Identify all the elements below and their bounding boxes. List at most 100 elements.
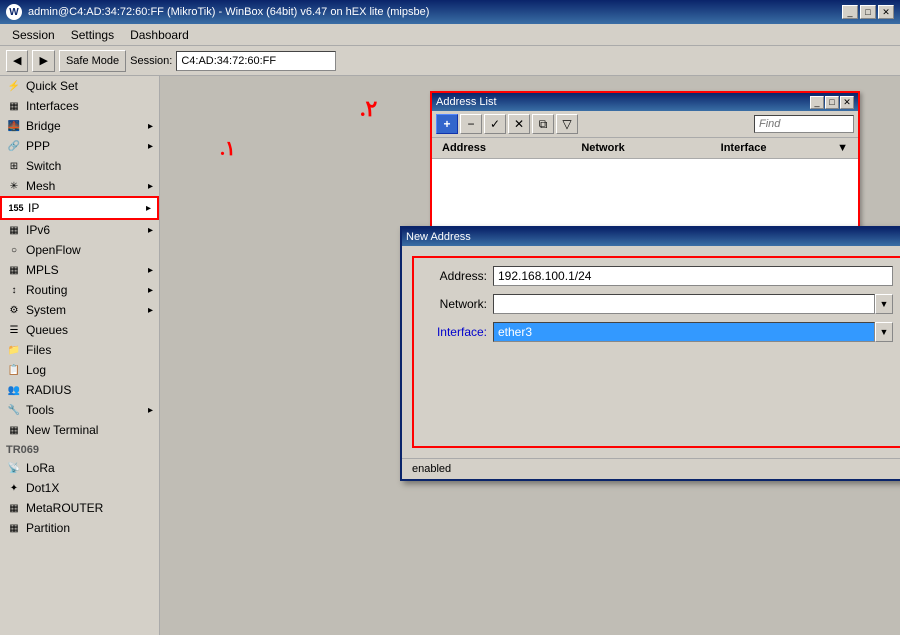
close-button[interactable]: ✕ — [878, 5, 894, 19]
metarouter-icon: ▦ — [6, 501, 22, 515]
cross-icon: ✕ — [514, 117, 524, 131]
sidebar-item-metarouter[interactable]: ▦ MetaROUTER — [0, 498, 159, 518]
dialog-body: Address: Network: ▼ Interface: — [402, 246, 900, 458]
system-arrow: ▸ — [148, 305, 153, 316]
annotation-one: .١ — [220, 136, 236, 161]
sidebar-label-quick-set: Quick Set — [26, 79, 78, 93]
network-dropdown-btn[interactable]: ▼ — [875, 294, 893, 314]
new-address-title: New Address — [406, 231, 900, 243]
sidebar-item-dot1x[interactable]: ✦ Dot1X — [0, 478, 159, 498]
sidebar-item-radius[interactable]: 👥 RADIUS — [0, 380, 159, 400]
address-list-maximize[interactable]: □ — [825, 96, 839, 109]
col-header-address: Address — [436, 140, 575, 156]
sidebar-item-files[interactable]: 📁 Files — [0, 340, 159, 360]
filter-icon: ▽ — [562, 117, 571, 131]
menu-settings[interactable]: Settings — [63, 26, 122, 44]
tools-arrow: ▸ — [148, 405, 153, 416]
check-icon: ✓ — [490, 117, 500, 131]
sidebar-item-routing[interactable]: ↕ Routing ▸ — [0, 280, 159, 300]
lora-icon: 📡 — [6, 461, 22, 475]
tr069-section-label: TR069 — [0, 440, 159, 458]
cross-address-button[interactable]: ✕ — [508, 114, 530, 134]
maximize-button[interactable]: □ — [860, 5, 876, 19]
dialog-fields: Address: Network: ▼ Interface: — [412, 256, 900, 448]
sidebar-label-ip: IP — [28, 201, 39, 215]
dot1x-icon: ✦ — [6, 481, 22, 495]
queues-icon: ☰ — [6, 323, 22, 337]
mesh-arrow: ▸ — [148, 181, 153, 192]
sidebar-item-switch[interactable]: ⊞ Switch — [0, 156, 159, 176]
title-bar: W admin@C4:AD:34:72:60:FF (MikroTik) - W… — [0, 0, 900, 24]
sidebar-item-partition[interactable]: ▦ Partition — [0, 518, 159, 538]
radius-icon: 👥 — [6, 383, 22, 397]
remove-address-button[interactable]: − — [460, 114, 482, 134]
sidebar-item-bridge[interactable]: 🌉 Bridge ▸ — [0, 116, 159, 136]
interfaces-icon: ▦ — [6, 99, 22, 113]
bridge-icon: 🌉 — [6, 119, 22, 133]
sidebar-label-mpls: MPLS — [26, 263, 59, 277]
content-area: .٢ .١ Address List _ □ ✕ + − ✓ — [160, 76, 900, 635]
minimize-button[interactable]: _ — [842, 5, 858, 19]
address-input[interactable] — [493, 266, 893, 286]
ppp-arrow: ▸ — [148, 141, 153, 152]
remove-icon: − — [467, 117, 474, 131]
network-combo: ▼ — [493, 294, 893, 314]
check-address-button[interactable]: ✓ — [484, 114, 506, 134]
interface-combo: ▼ — [493, 322, 893, 342]
menu-dashboard[interactable]: Dashboard — [122, 26, 197, 44]
openflow-icon: ○ — [6, 243, 22, 257]
ppp-icon: 🔗 — [6, 139, 22, 153]
sidebar-item-ipv6[interactable]: ▦ IPv6 ▸ — [0, 220, 159, 240]
sidebar-label-queues: Queues — [26, 323, 68, 337]
mesh-icon: ✳ — [6, 179, 22, 193]
network-input[interactable] — [493, 294, 875, 314]
interface-input[interactable] — [493, 322, 875, 342]
ip-arrow: ▸ — [146, 203, 151, 214]
sidebar-label-switch: Switch — [26, 159, 61, 173]
add-address-button[interactable]: + — [436, 114, 458, 134]
address-field-label: Address: — [422, 269, 487, 283]
sidebar-item-mpls[interactable]: ▦ MPLS ▸ — [0, 260, 159, 280]
sidebar-label-log: Log — [26, 363, 46, 377]
new-address-title-bar: New Address 🗗 ✕ — [402, 228, 900, 246]
sidebar-item-interfaces[interactable]: ▦ Interfaces — [0, 96, 159, 116]
address-list-close[interactable]: ✕ — [840, 96, 854, 109]
col-interface-dropdown[interactable]: ▼ — [837, 142, 848, 154]
sidebar-item-queues[interactable]: ☰ Queues — [0, 320, 159, 340]
sidebar-item-ip[interactable]: 155 IP ▸ — [0, 196, 159, 220]
back-button[interactable]: ◀ — [6, 50, 28, 72]
switch-icon: ⊞ — [6, 159, 22, 173]
sidebar-item-tools[interactable]: 🔧 Tools ▸ — [0, 400, 159, 420]
address-field-row: Address: — [422, 266, 893, 286]
main-layout: ⚡ Quick Set ▦ Interfaces 🌉 Bridge ▸ 🔗 PP… — [0, 76, 900, 635]
quick-set-icon: ⚡ — [6, 79, 22, 93]
ip-icon: 155 — [8, 201, 24, 215]
interface-field-row: Interface: ▼ — [422, 322, 893, 342]
session-input[interactable] — [176, 51, 336, 71]
sidebar-label-mesh: Mesh — [26, 179, 55, 193]
menu-bar: Session Settings Dashboard — [0, 24, 900, 46]
forward-button[interactable]: ▶ — [32, 50, 54, 72]
ipv6-arrow: ▸ — [148, 225, 153, 236]
filter-address-button[interactable]: ▽ — [556, 114, 578, 134]
sidebar-item-log[interactable]: 📋 Log — [0, 360, 159, 380]
sidebar-item-lora[interactable]: 📡 LoRa — [0, 458, 159, 478]
sidebar-label-openflow: OpenFlow — [26, 243, 81, 257]
copy-address-button[interactable]: ⧉ — [532, 114, 554, 134]
routing-icon: ↕ — [6, 283, 22, 297]
files-icon: 📁 — [6, 343, 22, 357]
address-find-input[interactable] — [754, 115, 854, 133]
safe-mode-button[interactable]: Safe Mode — [59, 50, 126, 72]
interface-dropdown-btn[interactable]: ▼ — [875, 322, 893, 342]
sidebar-item-ppp[interactable]: 🔗 PPP ▸ — [0, 136, 159, 156]
address-list-minimize[interactable]: _ — [810, 96, 824, 109]
sidebar-item-quick-set[interactable]: ⚡ Quick Set — [0, 76, 159, 96]
sidebar-item-openflow[interactable]: ○ OpenFlow — [0, 240, 159, 260]
menu-session[interactable]: Session — [4, 26, 63, 44]
sidebar-item-system[interactable]: ⚙ System ▸ — [0, 300, 159, 320]
sidebar-label-files: Files — [26, 343, 51, 357]
sidebar-item-mesh[interactable]: ✳ Mesh ▸ — [0, 176, 159, 196]
address-list-title: Address List — [436, 96, 809, 108]
sidebar-item-new-terminal[interactable]: ▦ New Terminal — [0, 420, 159, 440]
address-list-toolbar: + − ✓ ✕ ⧉ ▽ — [432, 111, 858, 138]
